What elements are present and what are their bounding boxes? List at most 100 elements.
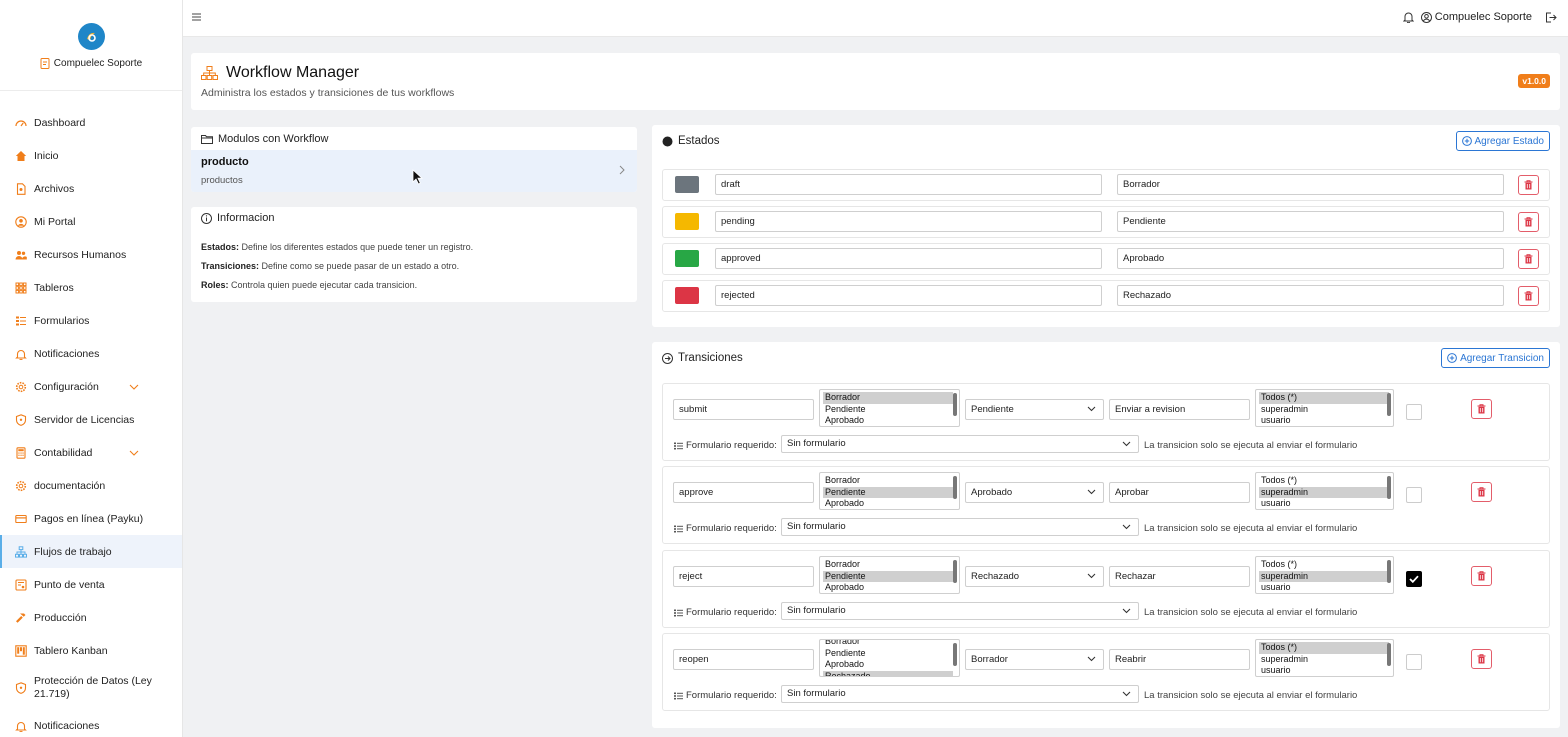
sidebar-item-inicio[interactable]: Inicio: [0, 139, 182, 172]
from-state-option[interactable]: Aprobado: [823, 415, 953, 426]
from-states-list[interactable]: Borrador Pendiente Aprobado: [819, 556, 960, 594]
scrollbar[interactable]: [953, 476, 957, 499]
transition-action-input[interactable]: Reabrir: [1109, 649, 1250, 670]
transition-checkbox[interactable]: [1406, 571, 1422, 587]
delete-transition-button[interactable]: [1471, 399, 1492, 419]
sidebar-item-dashboard[interactable]: Dashboard: [0, 106, 182, 139]
transition-action-input[interactable]: Enviar a revision: [1109, 399, 1250, 420]
sidebar-item-tableros[interactable]: Tableros: [0, 271, 182, 304]
scrollbar[interactable]: [953, 560, 957, 583]
from-state-option[interactable]: Borrador: [823, 392, 953, 404]
sidebar-item-notificaciones[interactable]: Notificaciones: [0, 709, 182, 737]
sidebar-item-documentacion[interactable]: documentación: [0, 469, 182, 502]
form-required-select[interactable]: Sin formulario: [781, 602, 1139, 620]
sidebar-item-contabilidad[interactable]: Contabilidad: [0, 436, 182, 469]
scrollbar[interactable]: [953, 643, 957, 666]
from-state-option[interactable]: Aprobado: [823, 659, 953, 671]
role-option[interactable]: Todos (*): [1259, 559, 1389, 571]
role-option[interactable]: Todos (*): [1259, 475, 1389, 487]
state-color-picker[interactable]: [675, 250, 699, 267]
role-option[interactable]: superadmin: [1259, 654, 1389, 666]
from-states-list[interactable]: Borrador Pendiente Aprobado Rechazado: [819, 639, 960, 677]
sidebar-item-configuracion[interactable]: Configuración: [0, 370, 182, 403]
from-state-option[interactable]: Borrador: [823, 559, 953, 571]
state-key-input[interactable]: draft: [715, 174, 1102, 195]
transition-action-input[interactable]: Aprobar: [1109, 482, 1250, 503]
transition-checkbox[interactable]: [1406, 404, 1422, 420]
scrollbar[interactable]: [1387, 476, 1391, 499]
role-option[interactable]: usuario: [1259, 665, 1389, 676]
transition-checkbox[interactable]: [1406, 487, 1422, 503]
delete-state-button[interactable]: [1518, 212, 1539, 232]
from-state-option[interactable]: Rechazado: [823, 670, 953, 676]
from-state-option[interactable]: Pendiente: [823, 404, 953, 416]
transition-name-input[interactable]: reopen: [673, 649, 814, 670]
to-state-select[interactable]: Borrador: [965, 649, 1104, 670]
sidebar-item-servidor-de-licencias[interactable]: Servidor de Licencias: [0, 403, 182, 436]
to-state-select[interactable]: Aprobado: [965, 482, 1104, 503]
state-color-picker[interactable]: [675, 287, 699, 304]
transition-action-input[interactable]: Rechazar: [1109, 566, 1250, 587]
add-state-button[interactable]: Agregar Estado: [1455, 131, 1550, 151]
menu-toggle-icon[interactable]: [192, 13, 201, 21]
scrollbar[interactable]: [1387, 560, 1391, 583]
from-state-option[interactable]: Aprobado: [823, 498, 953, 509]
sidebar-item-mi-portal[interactable]: Mi Portal: [0, 205, 182, 238]
delete-transition-button[interactable]: [1471, 482, 1492, 502]
sidebar-item-tablero-kanban[interactable]: Tablero Kanban: [0, 634, 182, 667]
sidebar-item-recursos-humanos[interactable]: Recursos Humanos: [0, 238, 182, 271]
sidebar-item-flujos-de-trabajo[interactable]: Flujos de trabajo: [0, 535, 182, 568]
sidebar-item-punto-de-venta[interactable]: Punto de venta: [0, 568, 182, 601]
transition-name-input[interactable]: reject: [673, 566, 814, 587]
from-state-option[interactable]: Aprobado: [823, 582, 953, 593]
transition-name-input[interactable]: submit: [673, 399, 814, 420]
state-label-input[interactable]: Aprobado: [1117, 248, 1504, 269]
from-state-option[interactable]: Pendiente: [823, 570, 953, 582]
logout-icon[interactable]: [1545, 12, 1557, 23]
transition-name-input[interactable]: approve: [673, 482, 814, 503]
delete-state-button[interactable]: [1518, 249, 1539, 269]
sidebar-item-archivos[interactable]: Archivos: [0, 172, 182, 205]
form-required-select[interactable]: Sin formulario: [781, 685, 1139, 703]
to-state-select[interactable]: Pendiente: [965, 399, 1104, 420]
role-option[interactable]: usuario: [1259, 498, 1389, 509]
delete-transition-button[interactable]: [1471, 649, 1492, 669]
scrollbar[interactable]: [1387, 393, 1391, 416]
sidebar-item-produccion[interactable]: Producción: [0, 601, 182, 634]
state-label-input[interactable]: Borrador: [1117, 174, 1504, 195]
state-color-picker[interactable]: [675, 213, 699, 230]
role-option[interactable]: Todos (*): [1259, 392, 1389, 404]
role-option[interactable]: superadmin: [1259, 486, 1389, 498]
transition-checkbox[interactable]: [1406, 654, 1422, 670]
sidebar-item-formularios[interactable]: Formularios: [0, 304, 182, 337]
company-logo[interactable]: [77, 23, 105, 50]
roles-list[interactable]: Todos (*) superadmin usuario: [1255, 472, 1394, 510]
state-label-input[interactable]: Rechazado: [1117, 285, 1504, 306]
delete-transition-button[interactable]: [1471, 566, 1492, 586]
from-states-list[interactable]: Borrador Pendiente Aprobado: [819, 389, 960, 427]
form-required-select[interactable]: Sin formulario: [781, 518, 1139, 536]
roles-list[interactable]: Todos (*) superadmin usuario: [1255, 556, 1394, 594]
state-key-input[interactable]: approved: [715, 248, 1102, 269]
role-option[interactable]: usuario: [1259, 582, 1389, 593]
sidebar-item-notificaciones[interactable]: Notificaciones: [0, 337, 182, 370]
delete-state-button[interactable]: [1518, 175, 1539, 195]
bell-icon[interactable]: [1402, 11, 1414, 23]
delete-state-button[interactable]: [1518, 286, 1539, 306]
role-option[interactable]: superadmin: [1259, 404, 1389, 416]
scrollbar[interactable]: [1387, 643, 1391, 666]
sidebar-item-proteccion-de-datos-ley-21-719[interactable]: Protección de Datos (Ley 21.719): [0, 667, 182, 709]
roles-list[interactable]: Todos (*) superadmin usuario: [1255, 389, 1394, 427]
scrollbar[interactable]: [953, 393, 957, 416]
role-option[interactable]: Todos (*): [1259, 642, 1389, 654]
sidebar-item-pagos-en-linea-payku[interactable]: Pagos en línea (Payku): [0, 502, 182, 535]
state-key-input[interactable]: rejected: [715, 285, 1102, 306]
from-state-option[interactable]: Pendiente: [823, 486, 953, 498]
from-states-list[interactable]: Borrador Pendiente Aprobado: [819, 472, 960, 510]
from-state-option[interactable]: Pendiente: [823, 648, 953, 660]
roles-list[interactable]: Todos (*) superadmin usuario: [1255, 639, 1394, 677]
state-color-picker[interactable]: [675, 176, 699, 193]
add-transition-button[interactable]: Agregar Transicion: [1441, 348, 1550, 368]
to-state-select[interactable]: Rechazado: [965, 566, 1104, 587]
state-label-input[interactable]: Pendiente: [1117, 211, 1504, 232]
